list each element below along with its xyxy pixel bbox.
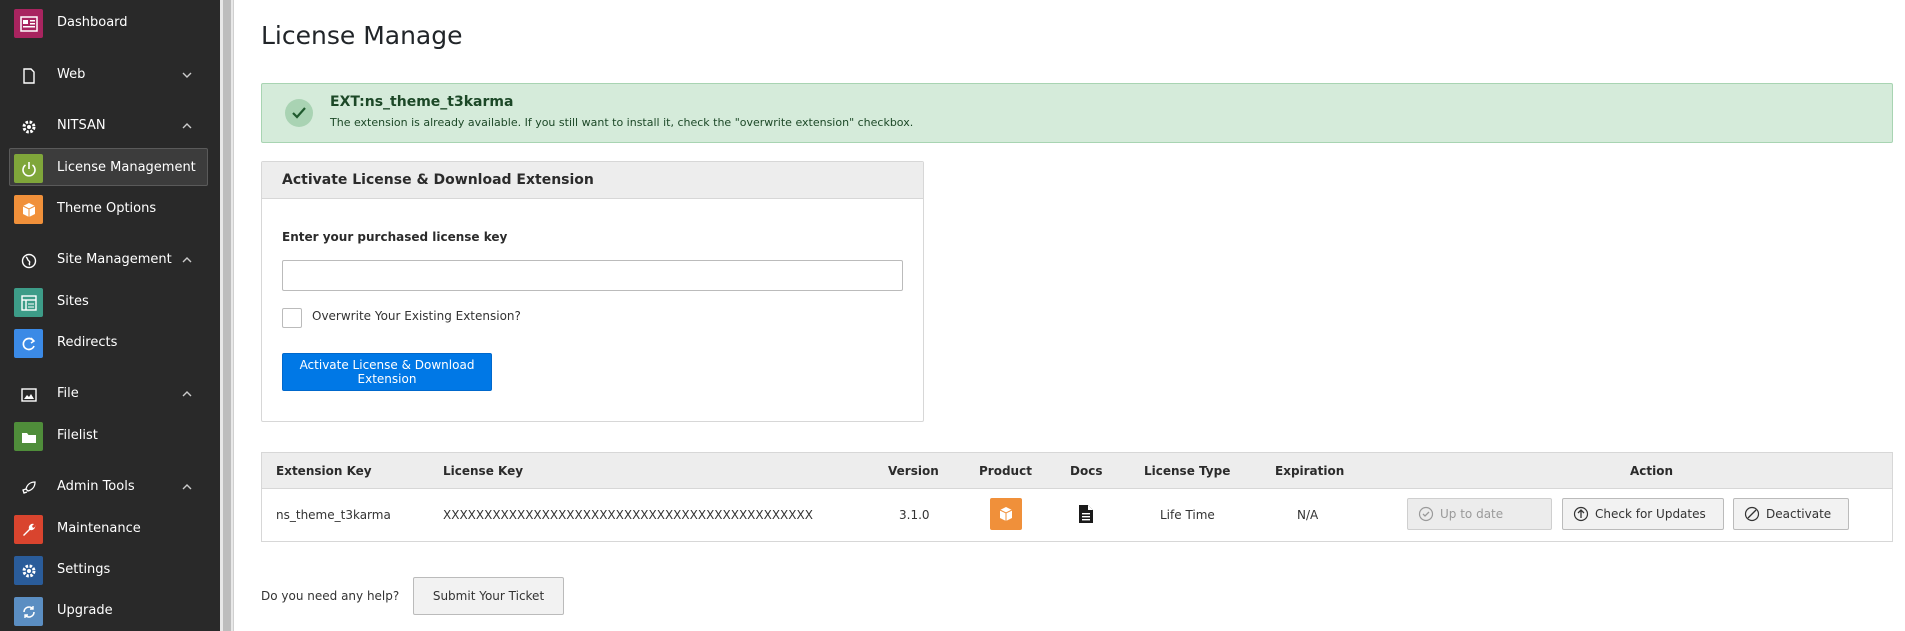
col-product: Product (979, 464, 1032, 478)
overwrite-checkbox-label[interactable]: Overwrite Your Existing Extension? (312, 309, 521, 323)
activate-download-button[interactable]: Activate License & Download Extension (282, 353, 492, 391)
sidebar-group-file[interactable]: File (0, 376, 220, 412)
sidebar-item-label: Dashboard (57, 15, 128, 30)
sidebar-item-label: Theme Options (57, 201, 157, 216)
check-circle-icon (285, 99, 313, 127)
sidebar-item-label: Settings (57, 562, 111, 577)
sidebar: Dashboard Web NITSAN License Management … (0, 0, 220, 631)
up-to-date-label: Up to date (1440, 507, 1504, 521)
check-updates-button[interactable]: Check for Updates (1562, 498, 1724, 530)
check-circle-icon (1418, 506, 1434, 522)
ban-icon (1744, 506, 1760, 522)
sidebar-group-label: File (57, 386, 79, 401)
sidebar-group-label: Web (57, 67, 86, 82)
sidebar-item-label: Upgrade (57, 603, 113, 618)
alert-title: EXT:ns_theme_t3karma (330, 94, 514, 110)
arrow-up-circle-icon (1573, 506, 1589, 522)
sites-icon (14, 288, 43, 317)
check-updates-label: Check for Updates (1595, 507, 1706, 521)
sidebar-item-label: Redirects (57, 335, 118, 350)
submit-ticket-button[interactable]: Submit Your Ticket (413, 577, 564, 615)
sidebar-group-label: Admin Tools (57, 479, 135, 494)
sidebar-item-label: Sites (57, 294, 89, 309)
sidebar-scrollbar-thumb[interactable] (223, 0, 231, 631)
sidebar-item-label: Filelist (57, 428, 98, 443)
sidebar-item-redirects[interactable]: Redirects (0, 324, 220, 360)
wrench-icon (14, 515, 43, 544)
power-icon (14, 154, 43, 183)
sidebar-item-maintenance[interactable]: Maintenance (0, 510, 220, 546)
col-extension-key: Extension Key (276, 464, 372, 478)
image-icon (20, 386, 38, 404)
license-table: Extension Key License Key Version Produc… (261, 452, 1893, 542)
sidebar-group-admin-tools[interactable]: Admin Tools (0, 469, 220, 505)
cell-license-type: Life Time (1160, 508, 1215, 522)
up-to-date-button: Up to date (1407, 498, 1552, 530)
document-icon[interactable] (1077, 504, 1095, 524)
sidebar-group-label: NITSAN (57, 118, 106, 133)
sidebar-item-filelist[interactable]: Filelist (0, 417, 220, 453)
sidebar-item-settings[interactable]: Settings (0, 551, 220, 587)
sidebar-item-sites[interactable]: Sites (0, 283, 220, 319)
help-text: Do you need any help? (261, 589, 400, 603)
panel-title: Activate License & Download Extension (282, 172, 594, 188)
globe-icon (20, 252, 38, 270)
chevron-up-icon (182, 123, 192, 129)
sidebar-group-web[interactable]: Web (0, 57, 220, 93)
refresh-icon (14, 597, 43, 626)
success-alert: EXT:ns_theme_t3karma The extension is al… (261, 83, 1893, 143)
package-icon (14, 195, 43, 224)
table-header: Extension Key License Key Version Produc… (262, 453, 1892, 489)
sidebar-item-label: License Management (57, 160, 196, 175)
page-title: License Manage (261, 21, 463, 50)
cell-extension-key: ns_theme_t3karma (276, 508, 391, 522)
gear-icon (14, 556, 43, 585)
sidebar-item-upgrade[interactable]: Upgrade (0, 592, 220, 628)
alert-message: The extension is already available. If y… (330, 116, 914, 129)
deactivate-button[interactable]: Deactivate (1733, 498, 1849, 530)
chevron-up-icon (182, 391, 192, 397)
panel-header: Activate License & Download Extension (262, 162, 923, 199)
sidebar-item-theme-options[interactable]: Theme Options (0, 190, 220, 226)
sidebar-group-site-management[interactable]: Site Management (0, 242, 220, 278)
col-expiration: Expiration (1275, 464, 1345, 478)
sidebar-item-dashboard[interactable]: Dashboard (0, 4, 220, 40)
dashboard-icon (14, 9, 43, 38)
chevron-down-icon (182, 72, 192, 78)
page-icon (20, 67, 38, 85)
overwrite-checkbox[interactable] (282, 308, 302, 328)
sidebar-group-label: Site Management (57, 252, 172, 267)
redirect-icon (14, 329, 43, 358)
folder-icon (14, 422, 43, 451)
chevron-up-icon (182, 257, 192, 263)
activate-license-panel: Activate License & Download Extension En… (261, 161, 924, 422)
deactivate-label: Deactivate (1766, 507, 1832, 521)
cell-license-key: XXXXXXXXXXXXXXXXXXXXXXXXXXXXXXXXXXXXXXXX… (443, 508, 813, 522)
cell-expiration: N/A (1297, 508, 1319, 522)
col-action: Action (1630, 464, 1674, 478)
sidebar-item-license-management[interactable]: License Management (0, 148, 220, 186)
gear-icon (20, 118, 38, 136)
col-docs: Docs (1070, 464, 1103, 478)
sidebar-group-nitsan[interactable]: NITSAN (0, 108, 220, 144)
col-license-key: License Key (443, 464, 524, 478)
product-package-icon[interactable] (990, 498, 1022, 530)
cell-version: 3.1.0 (899, 508, 930, 522)
chevron-up-icon (182, 484, 192, 490)
col-version: Version (888, 464, 939, 478)
license-key-input[interactable] (282, 260, 903, 291)
sidebar-item-label: Maintenance (57, 521, 141, 536)
col-license-type: License Type (1144, 464, 1231, 478)
license-key-label: Enter your purchased license key (282, 230, 508, 244)
rocket-icon (20, 479, 38, 497)
